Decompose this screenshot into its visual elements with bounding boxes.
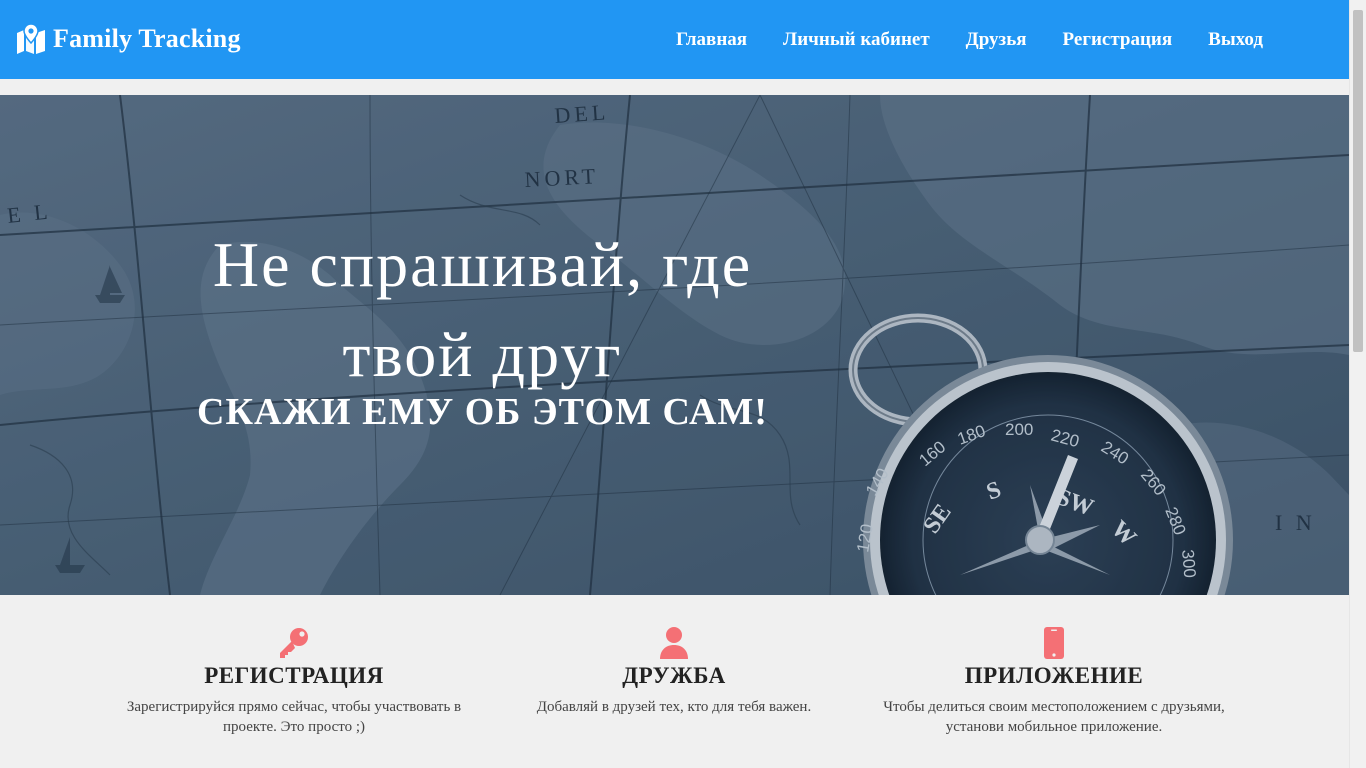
feature-app: ПРИЛОЖЕНИЕ Чтобы делиться своим местопол… [874, 627, 1234, 737]
feature-title-friendship: ДРУЖБА [622, 663, 726, 688]
page: Family Tracking Главная Личный кабинет Д… [0, 0, 1366, 768]
nav-link-logout[interactable]: Выход [1190, 29, 1281, 51]
hero-banner: DEL NORT E L I N 140 160 180 200 220 240… [0, 95, 1349, 595]
user-icon [660, 627, 688, 659]
feature-title-registration: РЕГИСТРАЦИЯ [204, 663, 384, 688]
feature-text-registration: Зарегистрируйся прямо сейчас, чтобы учас… [126, 699, 462, 735]
nav-link-account[interactable]: Личный кабинет [765, 29, 948, 51]
feature-registration: РЕГИСТРАЦИЯ Зарегистрируйся прямо сейчас… [114, 627, 474, 737]
nav-link-home[interactable]: Главная [658, 29, 765, 51]
features-section: РЕГИСТРАЦИЯ Зарегистрируйся прямо сейчас… [0, 595, 1349, 768]
hero-subtitle: СКАЖИ ЕМУ ОБ ЭТОМ САМ! [197, 391, 768, 433]
nav-menu: Главная Личный кабинет Друзья Регистраци… [658, 0, 1281, 79]
page-scrollbar[interactable] [1349, 0, 1366, 768]
brand-name: Family Tracking [53, 24, 241, 53]
mobile-phone-icon [1044, 627, 1064, 659]
nav-link-friends[interactable]: Друзья [948, 29, 1045, 51]
feature-friendship: ДРУЖБА Добавляй в друзей тех, кто для те… [494, 627, 854, 717]
top-navbar: Family Tracking Главная Личный кабинет Д… [0, 0, 1349, 79]
brand-link[interactable]: Family Tracking [15, 20, 241, 58]
feature-text-app: Чтобы делиться своим местоположением с д… [883, 699, 1225, 735]
scrollbar-thumb[interactable] [1353, 10, 1363, 352]
key-icon [280, 628, 308, 658]
hero-title: Не спрашивай, где твой друг [212, 229, 753, 390]
feature-text-friendship: Добавляй в друзей тех, кто для тебя важе… [536, 699, 812, 715]
feature-title-app: ПРИЛОЖЕНИЕ [964, 663, 1144, 688]
nav-link-registration[interactable]: Регистрация [1045, 29, 1191, 51]
map-marker-icon [17, 24, 45, 54]
